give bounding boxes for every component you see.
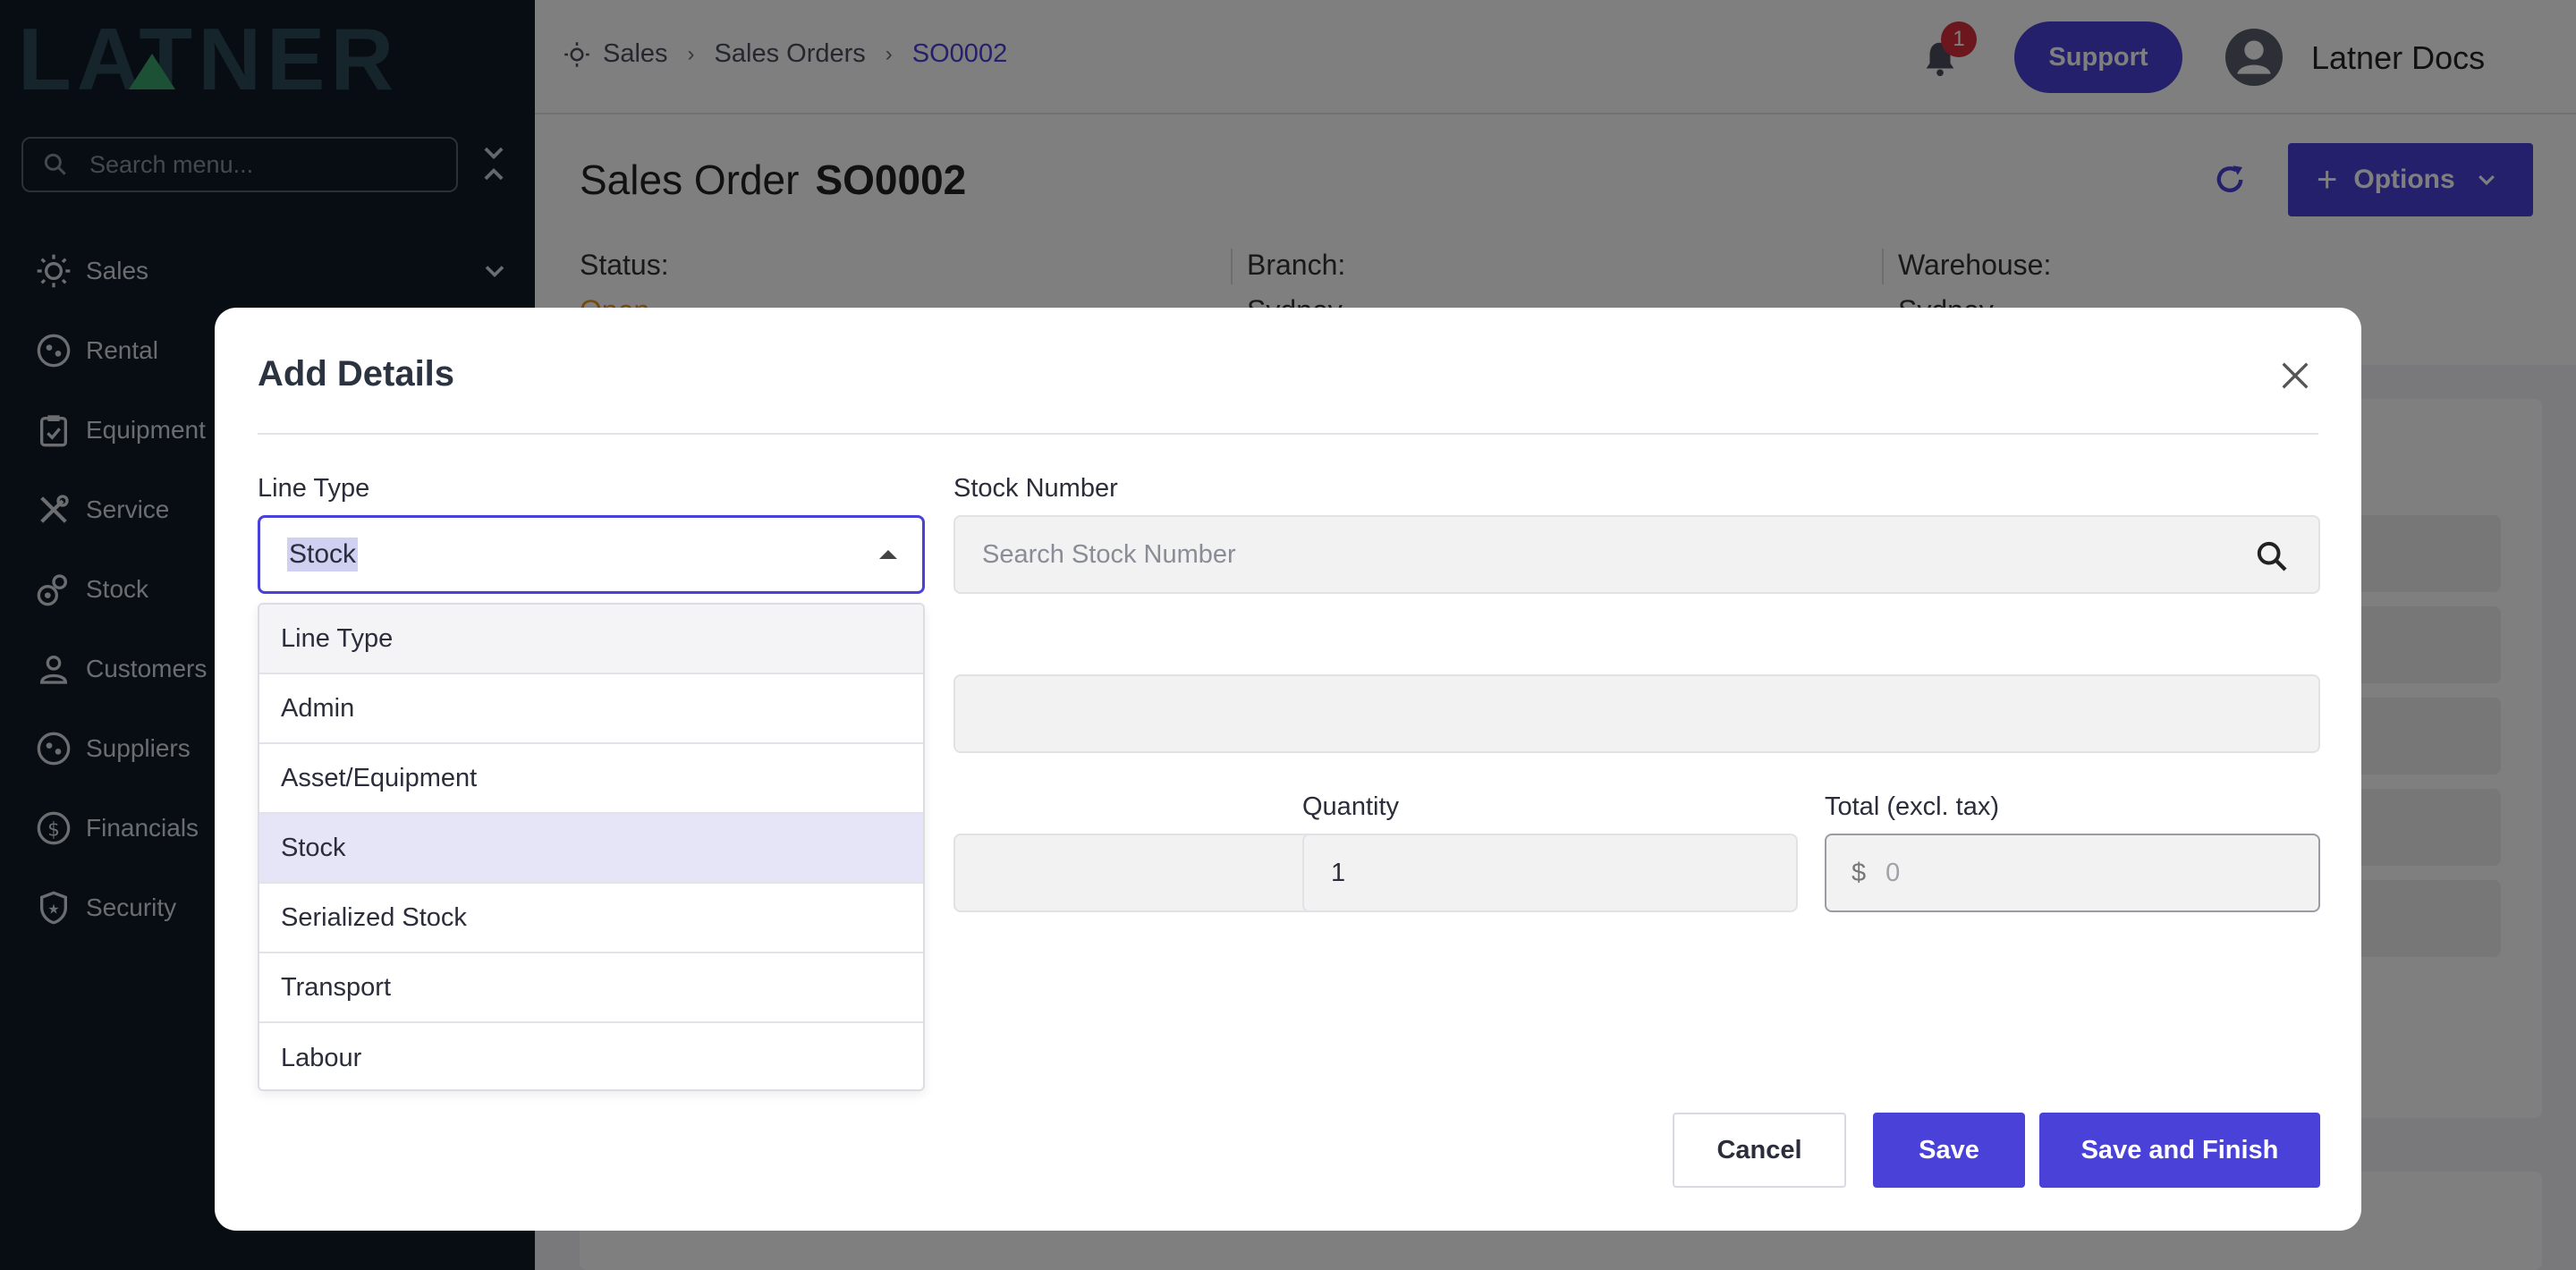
stock-number-placeholder: Search Stock Number <box>982 539 1236 569</box>
save-and-finish-button[interactable]: Save and Finish <box>2039 1113 2320 1188</box>
dropdown-option[interactable]: Transport <box>259 953 923 1023</box>
currency-symbol: $ <box>1852 858 1867 887</box>
dropdown-option[interactable]: Admin <box>259 674 923 744</box>
quantity-label: Quantity <box>1302 792 1399 821</box>
dropdown-option[interactable]: Labour <box>259 1023 923 1089</box>
add-details-modal: Add Details Line Type Stock Stock Number… <box>215 308 2361 1231</box>
line-type-dropdown: Line Type Admin Asset/Equipment Stock Se… <box>258 603 925 1091</box>
total-placeholder: 0 <box>1885 858 1901 887</box>
line-type-select[interactable]: Stock <box>258 515 925 594</box>
save-button[interactable]: Save <box>1873 1113 2025 1188</box>
quantity-value: 1 <box>1331 858 1346 887</box>
description-input[interactable] <box>953 674 2320 753</box>
total-label: Total (excl. tax) <box>1825 792 1999 821</box>
cancel-button[interactable]: Cancel <box>1673 1113 1846 1188</box>
dropdown-option[interactable]: Line Type <box>259 605 923 674</box>
quantity-input[interactable]: 1 <box>1302 834 1798 912</box>
stock-number-input[interactable]: Search Stock Number <box>953 515 2320 594</box>
total-input[interactable]: $ 0 <box>1825 834 2320 912</box>
search-icon[interactable] <box>2254 538 2290 574</box>
dropdown-option[interactable]: Asset/Equipment <box>259 744 923 814</box>
close-icon[interactable] <box>2277 358 2313 394</box>
caret-up-icon <box>879 550 897 559</box>
line-type-label: Line Type <box>258 474 370 503</box>
stock-number-label: Stock Number <box>953 474 1118 503</box>
line-type-value: Stock <box>287 538 359 572</box>
dropdown-option[interactable]: Serialized Stock <box>259 884 923 953</box>
dropdown-option-selected[interactable]: Stock <box>259 814 923 884</box>
modal-title: Add Details <box>258 354 455 394</box>
divider <box>258 433 2318 435</box>
